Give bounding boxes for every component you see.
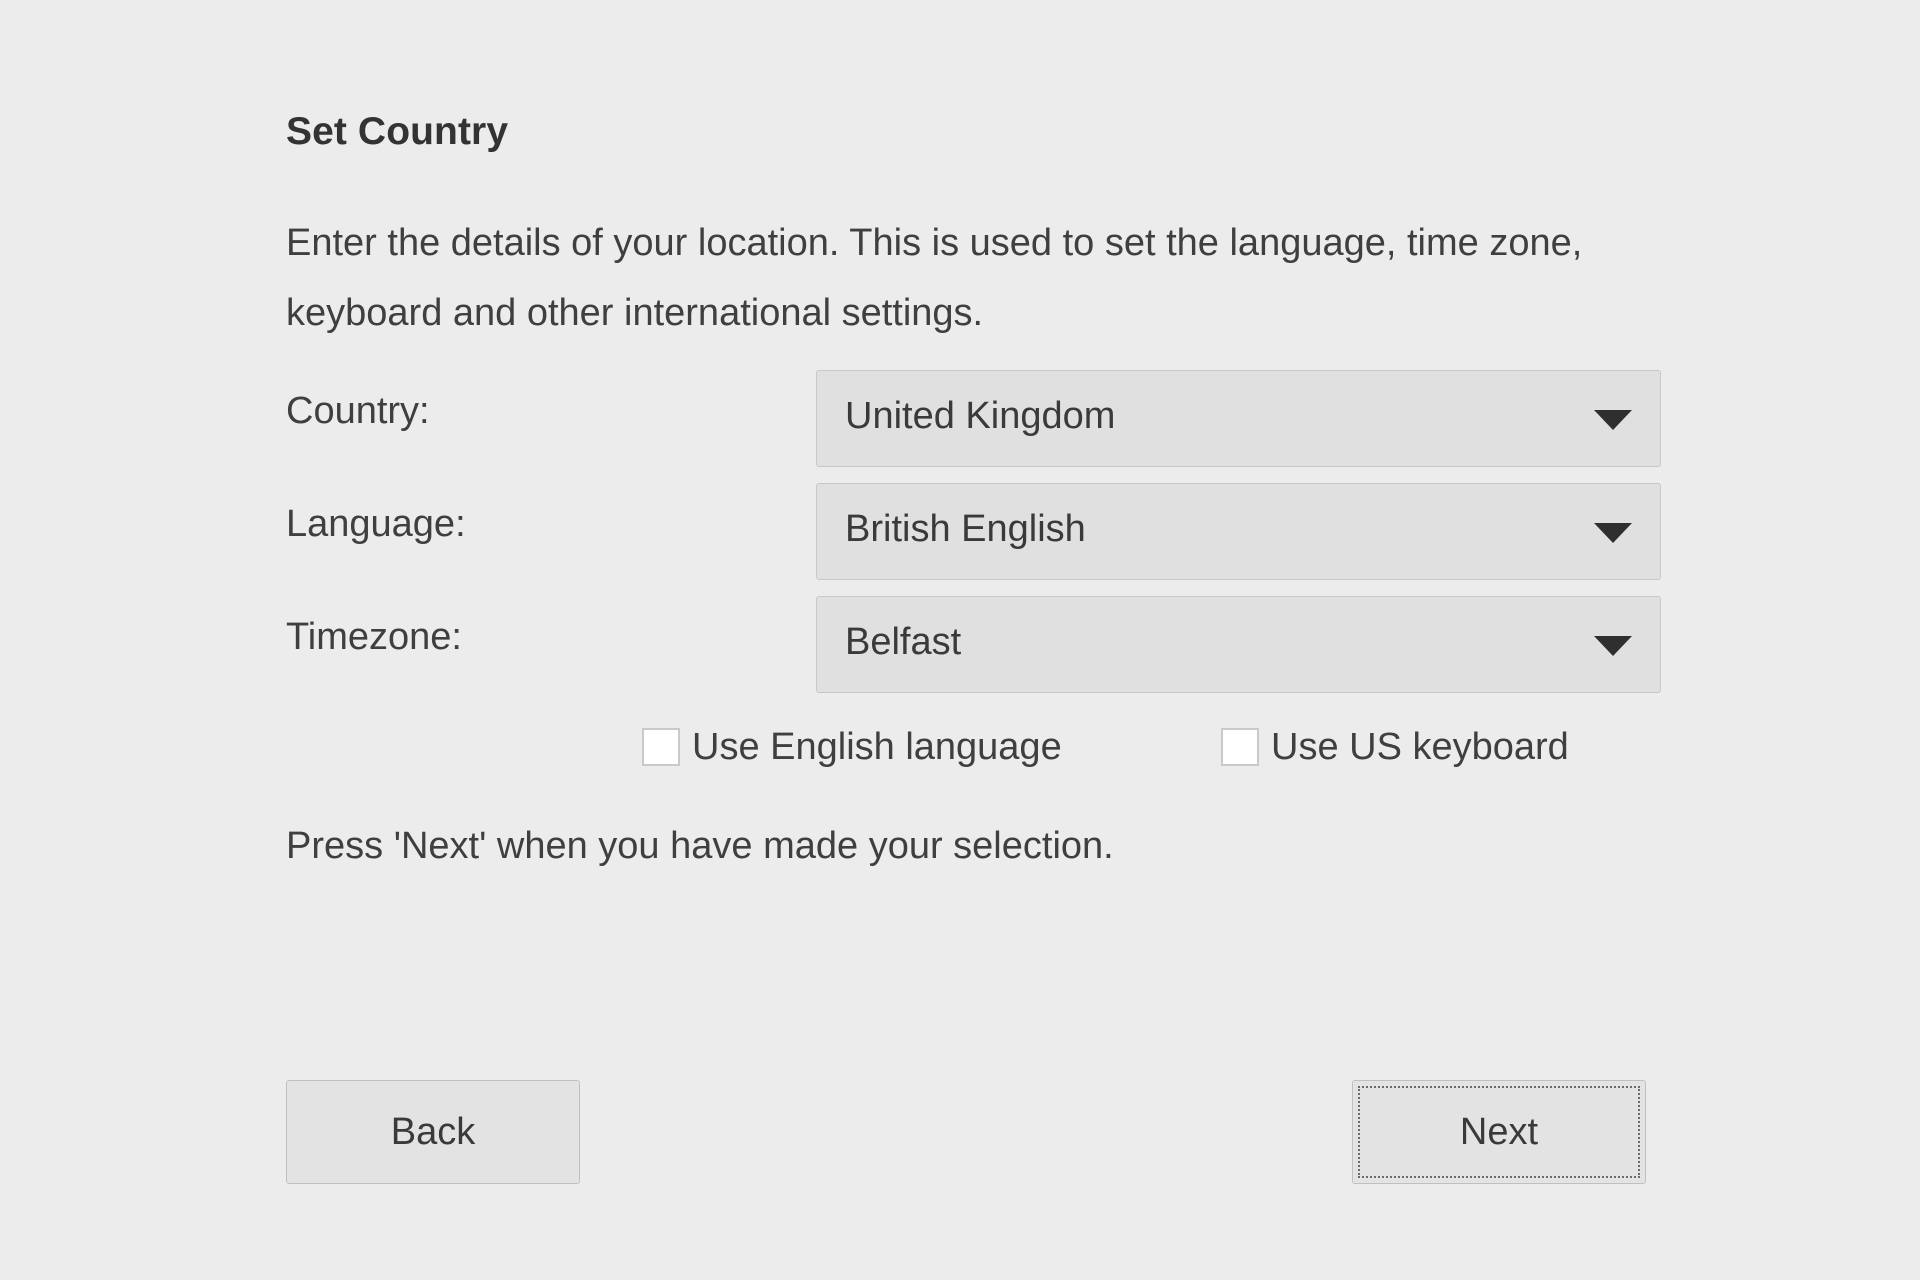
country-select-value: United Kingdom (845, 395, 1116, 437)
next-button[interactable]: Next (1352, 1080, 1646, 1184)
chevron-down-icon (1594, 410, 1632, 430)
form-row-country: Country: United Kingdom (286, 370, 1686, 483)
use-english-language-checkbox[interactable]: Use English language (642, 717, 1062, 777)
form-row-language: Language: British English (286, 483, 1686, 596)
timezone-select[interactable]: Belfast (816, 596, 1661, 693)
back-button-label: Back (390, 1111, 476, 1153)
chevron-down-icon (1594, 636, 1632, 656)
language-label: Language: (286, 503, 466, 545)
country-label: Country: (286, 390, 430, 432)
use-english-language-label: Use English language (692, 726, 1062, 768)
checkbox-row: Use English language Use US keyboard (286, 717, 1686, 777)
timezone-select-value: Belfast (845, 621, 962, 663)
checkbox-box-icon[interactable] (642, 728, 680, 766)
use-us-keyboard-checkbox[interactable]: Use US keyboard (1221, 717, 1569, 777)
form-row-timezone: Timezone: Belfast (286, 596, 1686, 709)
selection-hint: Press 'Next' when you have made your sel… (286, 825, 1114, 867)
timezone-label: Timezone: (286, 616, 462, 658)
form-rows: Country: United Kingdom Language: Britis… (286, 370, 1686, 709)
back-button[interactable]: Back (286, 1080, 580, 1184)
chevron-down-icon (1594, 523, 1632, 543)
language-select-value: British English (845, 508, 1086, 550)
set-country-screen: Set Country Enter the details of your lo… (0, 0, 1920, 1280)
page-title: Set Country (286, 110, 509, 153)
page-description: Enter the details of your location. This… (286, 222, 1583, 334)
use-us-keyboard-label: Use US keyboard (1271, 726, 1569, 768)
language-select[interactable]: British English (816, 483, 1661, 580)
next-button-label: Next (1459, 1111, 1539, 1153)
checkbox-box-icon[interactable] (1221, 728, 1259, 766)
setup-panel: Set Country Enter the details of your lo… (286, 0, 1706, 1280)
country-select[interactable]: United Kingdom (816, 370, 1661, 467)
footer-buttons: Back Next (286, 1080, 1686, 1184)
